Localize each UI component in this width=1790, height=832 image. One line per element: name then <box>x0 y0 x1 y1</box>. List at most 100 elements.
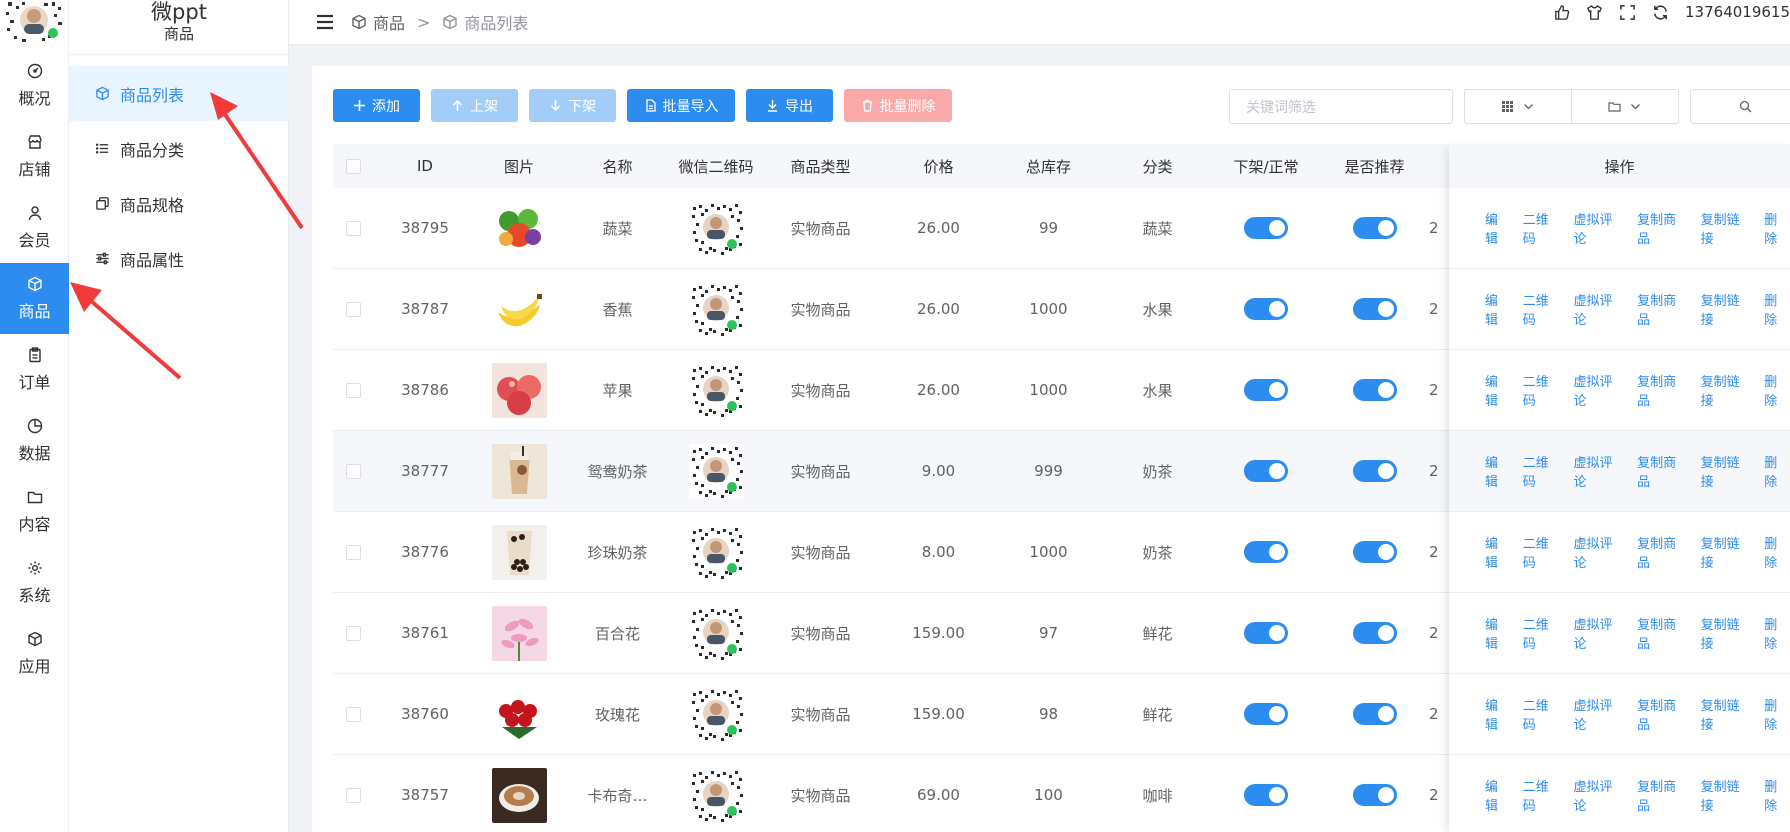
qr-code-link[interactable]: 二维码 <box>1523 695 1562 733</box>
rail-item[interactable]: 概况 <box>0 50 69 121</box>
rail-item[interactable]: 系统 <box>0 547 69 618</box>
wechat-qr-code[interactable] <box>688 686 744 742</box>
virtual-comment-link[interactable]: 虚拟评论 <box>1573 695 1625 733</box>
copy-link-link[interactable]: 复制链接 <box>1701 209 1753 247</box>
avatar[interactable] <box>2 0 66 44</box>
recommend-toggle[interactable] <box>1352 217 1397 239</box>
recommend-toggle[interactable] <box>1352 622 1397 644</box>
copy-link-link[interactable]: 复制链接 <box>1701 614 1753 652</box>
recommend-toggle[interactable] <box>1352 703 1397 725</box>
wechat-qr-code[interactable] <box>688 767 744 823</box>
menu-toggle-icon[interactable] <box>315 12 335 32</box>
edit-link[interactable]: 编辑 <box>1485 614 1511 652</box>
copy-link-link[interactable]: 复制链接 <box>1701 452 1753 490</box>
recommend-toggle[interactable] <box>1352 784 1397 806</box>
status-toggle[interactable] <box>1244 541 1288 563</box>
row-checkbox[interactable] <box>345 382 361 398</box>
wechat-qr-code[interactable] <box>688 281 744 337</box>
edit-link[interactable]: 编辑 <box>1485 776 1511 814</box>
delete-link[interactable]: 删除 <box>1764 290 1790 328</box>
row-checkbox[interactable] <box>345 706 361 722</box>
qr-code-link[interactable]: 二维码 <box>1523 290 1562 328</box>
status-toggle[interactable] <box>1244 379 1288 401</box>
submenu-item[interactable]: 商品属性 <box>69 231 289 286</box>
wechat-qr-code[interactable] <box>688 524 744 580</box>
rail-item[interactable]: 订单 <box>0 334 69 405</box>
copy-product-link[interactable]: 复制商品 <box>1637 776 1689 814</box>
recommend-toggle[interactable] <box>1352 541 1397 563</box>
delete-link[interactable]: 删除 <box>1764 209 1790 247</box>
delete-link[interactable]: 删除 <box>1764 371 1790 409</box>
tshirt-icon[interactable] <box>1586 4 1603 21</box>
qr-code-link[interactable]: 二维码 <box>1523 209 1562 247</box>
wechat-qr-code[interactable] <box>688 200 744 256</box>
row-checkbox[interactable] <box>345 301 361 317</box>
select-all-checkbox[interactable] <box>345 158 361 174</box>
status-toggle[interactable] <box>1244 622 1288 644</box>
copy-product-link[interactable]: 复制商品 <box>1637 614 1689 652</box>
user-phone[interactable]: 13764019615 <box>1685 3 1790 21</box>
delete-link[interactable]: 删除 <box>1764 533 1790 571</box>
folder-filter-dropdown[interactable] <box>1571 89 1679 124</box>
delete-link[interactable]: 删除 <box>1764 695 1790 733</box>
copy-link-link[interactable]: 复制链接 <box>1701 533 1753 571</box>
rail-item[interactable]: 店铺 <box>0 121 69 192</box>
rail-item[interactable]: 商品 <box>0 263 69 334</box>
virtual-comment-link[interactable]: 虚拟评论 <box>1573 290 1625 328</box>
status-toggle[interactable] <box>1244 703 1288 725</box>
batch-import-button[interactable]: 批量导入 <box>627 89 735 122</box>
qr-code-link[interactable]: 二维码 <box>1523 776 1562 814</box>
status-toggle[interactable] <box>1244 460 1288 482</box>
on-shelf-button[interactable]: 上架 <box>431 89 518 122</box>
row-checkbox[interactable] <box>345 220 361 236</box>
recommend-toggle[interactable] <box>1352 460 1397 482</box>
rail-item[interactable]: 数据 <box>0 405 69 476</box>
export-button[interactable]: 导出 <box>746 89 833 122</box>
copy-product-link[interactable]: 复制商品 <box>1637 452 1689 490</box>
copy-link-link[interactable]: 复制链接 <box>1701 290 1753 328</box>
delete-link[interactable]: 删除 <box>1764 776 1790 814</box>
wechat-qr-code[interactable] <box>688 443 744 499</box>
qr-code-link[interactable]: 二维码 <box>1523 614 1562 652</box>
copy-product-link[interactable]: 复制商品 <box>1637 209 1689 247</box>
search-button[interactable] <box>1690 89 1790 124</box>
status-toggle[interactable] <box>1244 217 1288 239</box>
copy-link-link[interactable]: 复制链接 <box>1701 776 1753 814</box>
edit-link[interactable]: 编辑 <box>1485 371 1511 409</box>
recommend-toggle[interactable] <box>1352 379 1397 401</box>
column-layout-dropdown[interactable] <box>1464 89 1572 124</box>
virtual-comment-link[interactable]: 虚拟评论 <box>1573 776 1625 814</box>
off-shelf-button[interactable]: 下架 <box>529 89 616 122</box>
fullscreen-icon[interactable] <box>1619 4 1636 21</box>
wechat-qr-code[interactable] <box>688 362 744 418</box>
add-button[interactable]: 添加 <box>333 89 420 122</box>
submenu-item[interactable]: 商品分类 <box>69 121 289 176</box>
row-checkbox[interactable] <box>345 544 361 560</box>
virtual-comment-link[interactable]: 虚拟评论 <box>1573 452 1625 490</box>
rail-item[interactable]: 内容 <box>0 476 69 547</box>
qr-code-link[interactable]: 二维码 <box>1523 452 1562 490</box>
virtual-comment-link[interactable]: 虚拟评论 <box>1573 209 1625 247</box>
copy-product-link[interactable]: 复制商品 <box>1637 290 1689 328</box>
qr-code-link[interactable]: 二维码 <box>1523 533 1562 571</box>
submenu-item[interactable]: 商品列表 <box>69 66 289 121</box>
rail-item[interactable]: 会员 <box>0 192 69 263</box>
refresh-icon[interactable] <box>1652 4 1669 21</box>
virtual-comment-link[interactable]: 虚拟评论 <box>1573 371 1625 409</box>
copy-product-link[interactable]: 复制商品 <box>1637 533 1689 571</box>
status-toggle[interactable] <box>1244 298 1288 320</box>
edit-link[interactable]: 编辑 <box>1485 533 1511 571</box>
row-checkbox[interactable] <box>345 787 361 803</box>
copy-product-link[interactable]: 复制商品 <box>1637 371 1689 409</box>
row-checkbox[interactable] <box>345 625 361 641</box>
edit-link[interactable]: 编辑 <box>1485 290 1511 328</box>
delete-link[interactable]: 删除 <box>1764 614 1790 652</box>
breadcrumb-item-product[interactable]: 商品 <box>373 10 405 34</box>
keyword-search-input[interactable]: 关键词筛选 <box>1229 89 1453 124</box>
virtual-comment-link[interactable]: 虚拟评论 <box>1573 614 1625 652</box>
qr-code-link[interactable]: 二维码 <box>1523 371 1562 409</box>
row-checkbox[interactable] <box>345 463 361 479</box>
delete-link[interactable]: 删除 <box>1764 452 1790 490</box>
batch-delete-button[interactable]: 批量删除 <box>844 89 952 122</box>
status-toggle[interactable] <box>1244 784 1288 806</box>
